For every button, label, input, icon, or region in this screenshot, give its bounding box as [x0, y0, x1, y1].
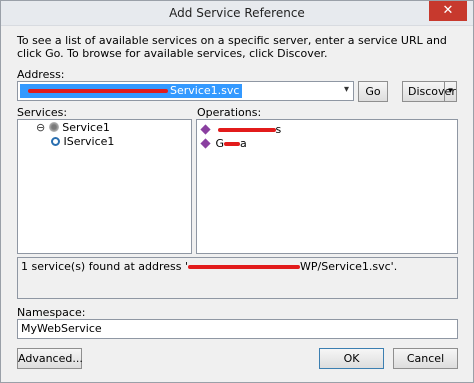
address-label: Address:: [17, 68, 65, 81]
contract-name: IService1: [63, 135, 115, 148]
redaction-mark: [224, 142, 241, 146]
instructions-text: To see a list of available services on a…: [17, 34, 447, 60]
status-prefix: 1 service(s) found at address ': [21, 260, 189, 273]
status-suffix: WP/Service1.svc'.: [300, 260, 398, 273]
ok-button[interactable]: OK: [319, 348, 384, 369]
add-service-reference-dialog: Add Service Reference ✕ To see a list of…: [0, 0, 474, 383]
cancel-button[interactable]: Cancel: [393, 348, 458, 369]
dialog-title: Add Service Reference: [169, 6, 305, 20]
go-button[interactable]: Go: [358, 81, 388, 102]
operation-label-tail: a: [240, 137, 247, 150]
service-name: Service1: [62, 121, 110, 134]
operation-item[interactable]: Ga: [200, 137, 247, 151]
close-button[interactable]: ✕: [429, 1, 467, 21]
contract-icon: [51, 137, 60, 146]
namespace-label: Namespace:: [17, 306, 86, 319]
tree-item-iservice1[interactable]: IService1: [51, 135, 114, 149]
namespace-input[interactable]: MyWebService: [17, 319, 458, 339]
operation-label: s: [275, 123, 282, 136]
title-bar: Add Service Reference ✕: [1, 1, 473, 26]
discover-button[interactable]: Discover ▾: [402, 81, 457, 102]
discover-dropdown-icon[interactable]: ▾: [444, 82, 456, 101]
status-box: 1 service(s) found at address ' WP/Servic…: [17, 257, 458, 299]
redaction-mark: [28, 89, 168, 93]
redaction-mark: [217, 128, 276, 132]
chevron-down-icon[interactable]: ▾: [344, 84, 349, 95]
status-text: 1 service(s) found at address ' WP/Servic…: [21, 260, 397, 273]
close-icon: ✕: [442, 3, 454, 18]
redaction-mark: [188, 265, 301, 269]
services-label: Services:: [17, 106, 68, 119]
operations-list[interactable]: s Ga: [196, 119, 458, 254]
address-value: Service1.svc: [170, 84, 240, 97]
operation-icon: [200, 124, 211, 135]
operations-label: Operations:: [197, 106, 262, 119]
tree-item-service1[interactable]: ⊖ Service1: [36, 121, 110, 135]
operation-label: G: [215, 137, 225, 150]
operation-icon: [200, 138, 211, 149]
address-selection: Service1.svc: [20, 84, 242, 98]
address-combobox[interactable]: Service1.svc ▾: [17, 81, 354, 101]
collapse-icon[interactable]: ⊖: [36, 121, 45, 134]
operation-item[interactable]: s: [200, 123, 282, 137]
advanced-button[interactable]: Advanced...: [17, 348, 83, 369]
service-icon: [48, 122, 59, 132]
services-tree[interactable]: ⊖ Service1 IService1: [17, 119, 192, 254]
